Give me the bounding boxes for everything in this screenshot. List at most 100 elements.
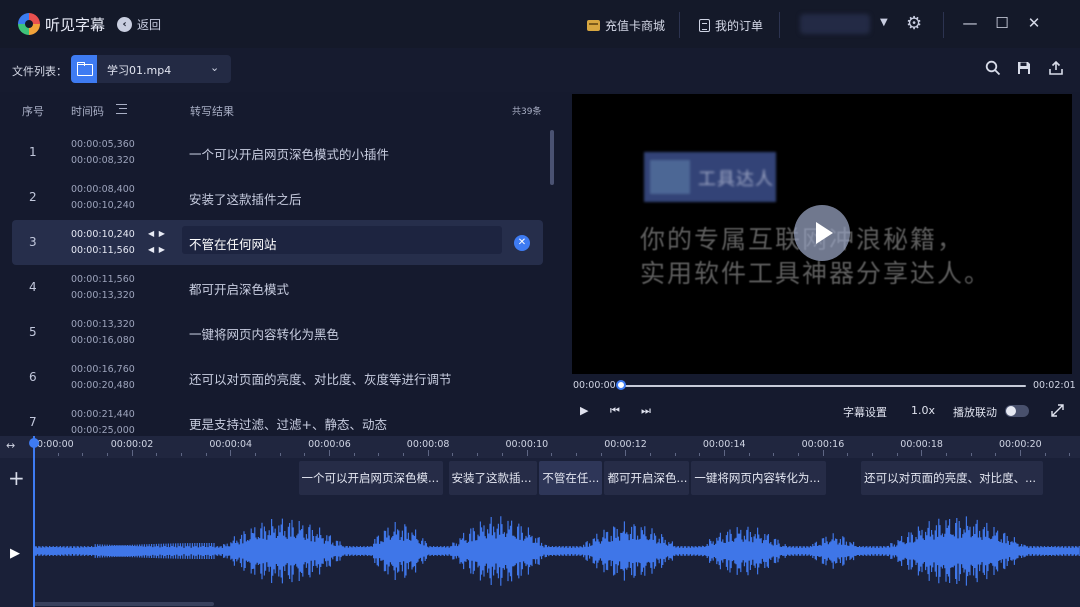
back-button[interactable]: ‹ 返回 — [117, 15, 161, 33]
row-start-time[interactable]: 00:00:10,240 — [71, 229, 135, 240]
app-title: 听见字幕 — [45, 16, 106, 34]
audio-waveform[interactable] — [34, 511, 1080, 591]
ruler-tick — [131, 450, 133, 456]
row-text: 更是支持过滤、过滤+、静态、动态 — [189, 417, 387, 432]
transcript-row[interactable]: 1 00:00:05,360 00:00:08,320 一个可以开启网页深色模式… — [12, 130, 543, 175]
row-index: 7 — [29, 415, 37, 429]
ruler-tick-label: 00:00:14 — [702, 439, 746, 450]
list-scrollbar[interactable] — [550, 130, 554, 185]
row-end-time: 00:00:16,080 — [71, 335, 135, 346]
column-result: 转写结果 — [190, 105, 234, 118]
sort-icon[interactable] — [116, 104, 127, 114]
play-icon[interactable]: ▶ — [580, 404, 588, 417]
ruler-tick — [427, 450, 429, 456]
save-icon[interactable] — [1016, 60, 1032, 76]
watermark-text: 工具达人 — [698, 169, 774, 190]
playback-speed-button[interactable]: 1.0x — [911, 404, 935, 417]
recharge-shop-link[interactable]: 充值卡商城 — [587, 16, 665, 34]
caret-down-icon[interactable]: ▼ — [880, 17, 888, 28]
timeline-panel: ↔ 00:00:00 00:00:02 00:00:04 00:00:06 00:00:… — [0, 436, 1080, 607]
transcript-row[interactable]: 4 00:00:11,560 00:00:13,320 都可开启深色模式 — [12, 265, 543, 310]
entry-count: 共39条 — [512, 107, 542, 117]
row-start-time: 00:00:05,360 — [71, 139, 135, 150]
chevron-down-icon: ⌄ — [210, 61, 220, 74]
progress-knob[interactable] — [616, 380, 626, 390]
export-icon[interactable] — [1048, 60, 1064, 76]
row-end-time: 00:00:20,480 — [71, 380, 135, 391]
search-icon[interactable] — [985, 60, 1001, 76]
transcript-row-active[interactable]: 3 00:00:10,240 00:00:11,560 ◀ ▶ ◀ ▶ 不管在任… — [12, 220, 543, 265]
transcript-row[interactable]: 7 00:00:21,440 00:00:25,000 更是支持过滤、过滤+、静… — [12, 400, 543, 436]
row-end-time[interactable]: 00:00:11,560 — [71, 245, 135, 256]
linked-play-label: 播放联动 — [953, 406, 997, 419]
playhead[interactable] — [29, 436, 39, 607]
subtitle-clip[interactable]: 都可开启深色... — [604, 461, 690, 495]
ruler-tick — [847, 453, 849, 456]
transcript-row[interactable]: 6 00:00:16,760 00:00:20,480 还可以对页面的亮度、对比… — [12, 355, 543, 400]
user-account-menu[interactable] — [800, 14, 870, 34]
file-selector[interactable]: 学习01.mp4 ⌄ — [71, 55, 231, 83]
linked-play-toggle[interactable] — [1005, 405, 1029, 417]
fullscreen-icon[interactable] — [1051, 404, 1064, 417]
total-time: 00:02:01 — [1033, 380, 1076, 391]
subtitle-settings-button[interactable]: 字幕设置 — [843, 404, 887, 420]
video-player[interactable]: 工具达人 你的专属互联网冲浪秘籍， 实用软件工具神器分享达人。 — [572, 94, 1072, 374]
timeline-scrollbar[interactable] — [34, 602, 214, 606]
row-end-time: 00:00:13,320 — [71, 290, 135, 301]
ruler-tick — [674, 453, 676, 456]
ruler-tick — [82, 453, 84, 456]
minimize-icon[interactable]: — — [961, 14, 979, 32]
divider — [943, 12, 944, 38]
row-index: 6 — [29, 370, 37, 384]
divider — [779, 12, 780, 38]
subtitle-clip[interactable]: 一键将网页内容转化为... — [691, 461, 826, 495]
ruler-tick — [403, 453, 405, 456]
zoom-width-icon[interactable]: ↔ — [6, 439, 15, 452]
my-orders-link[interactable]: 我的订单 — [699, 16, 763, 34]
subtitle-track[interactable]: 一个可以开启网页深色模... 安装了这款插... 不管在任... 都可开启深色... 一… — [36, 460, 1080, 496]
back-arrow-icon: ‹ — [117, 16, 132, 32]
gear-icon[interactable]: ⚙ — [906, 13, 922, 34]
row-index: 4 — [29, 280, 37, 294]
waveform-path — [34, 516, 1080, 586]
subtitle-clip[interactable]: 安装了这款插... — [448, 461, 538, 495]
ruler-tick-label: 00:00:18 — [900, 439, 943, 450]
time-ruler[interactable]: ↔ 00:00:00 00:00:02 00:00:04 00:00:06 00:00:… — [0, 436, 1080, 458]
ruler-tick — [156, 453, 158, 456]
progress-bar[interactable] — [620, 385, 1026, 387]
next-icon[interactable]: ⏭ — [641, 404, 651, 418]
ruler-tick — [353, 453, 355, 456]
row-index: 3 — [29, 235, 37, 249]
adjust-start-arrows-icon[interactable]: ◀ ▶ — [148, 229, 166, 238]
ruler-tick — [181, 453, 183, 456]
ruler-tick — [625, 450, 627, 456]
close-icon[interactable]: ✕ — [1025, 14, 1043, 32]
adjust-end-arrows-icon[interactable]: ◀ ▶ — [148, 245, 166, 254]
row-text: 还可以对页面的亮度、对比度、灰度等进行调节 — [189, 372, 452, 387]
delete-row-icon[interactable]: ✕ — [514, 235, 530, 251]
row-start-time: 00:00:11,560 — [71, 274, 135, 285]
ruler-tick — [1044, 453, 1046, 456]
previous-icon[interactable]: ⏮ — [610, 404, 620, 418]
ruler-tick — [871, 453, 873, 456]
transcript-row[interactable]: 2 00:00:08,400 00:00:10,240 安装了这款插件之后 — [12, 175, 543, 220]
row-index: 5 — [29, 325, 37, 339]
add-subtitle-icon[interactable]: + — [8, 466, 25, 490]
row-text[interactable]: 不管在任何网站 — [189, 234, 277, 253]
ruler-tick — [378, 453, 380, 456]
ruler-tick — [921, 450, 923, 456]
file-toolbar: 文件列表： 学习01.mp4 ⌄ — [0, 48, 1080, 92]
row-end-time: 00:00:08,320 — [71, 155, 135, 166]
order-list-icon — [699, 18, 710, 32]
subtitle-clip-active[interactable]: 不管在任... — [539, 461, 603, 495]
row-end-time: 00:00:25,000 — [71, 425, 135, 436]
waveform-play-icon[interactable]: ▶ — [10, 546, 20, 561]
column-index: 序号 — [22, 105, 44, 118]
subtitle-clip[interactable]: 一个可以开启网页深色模... — [298, 461, 443, 495]
subtitle-clip[interactable]: 还可以对页面的亮度、对比度、... — [861, 461, 1043, 495]
transcript-row[interactable]: 5 00:00:13,320 00:00:16,080 一键将网页内容转化为黑色 — [12, 310, 543, 355]
row-start-time: 00:00:16,760 — [71, 364, 135, 375]
maximize-icon[interactable]: ☐ — [993, 14, 1011, 32]
shop-card-icon — [587, 19, 600, 31]
play-overlay-button[interactable] — [794, 205, 850, 261]
